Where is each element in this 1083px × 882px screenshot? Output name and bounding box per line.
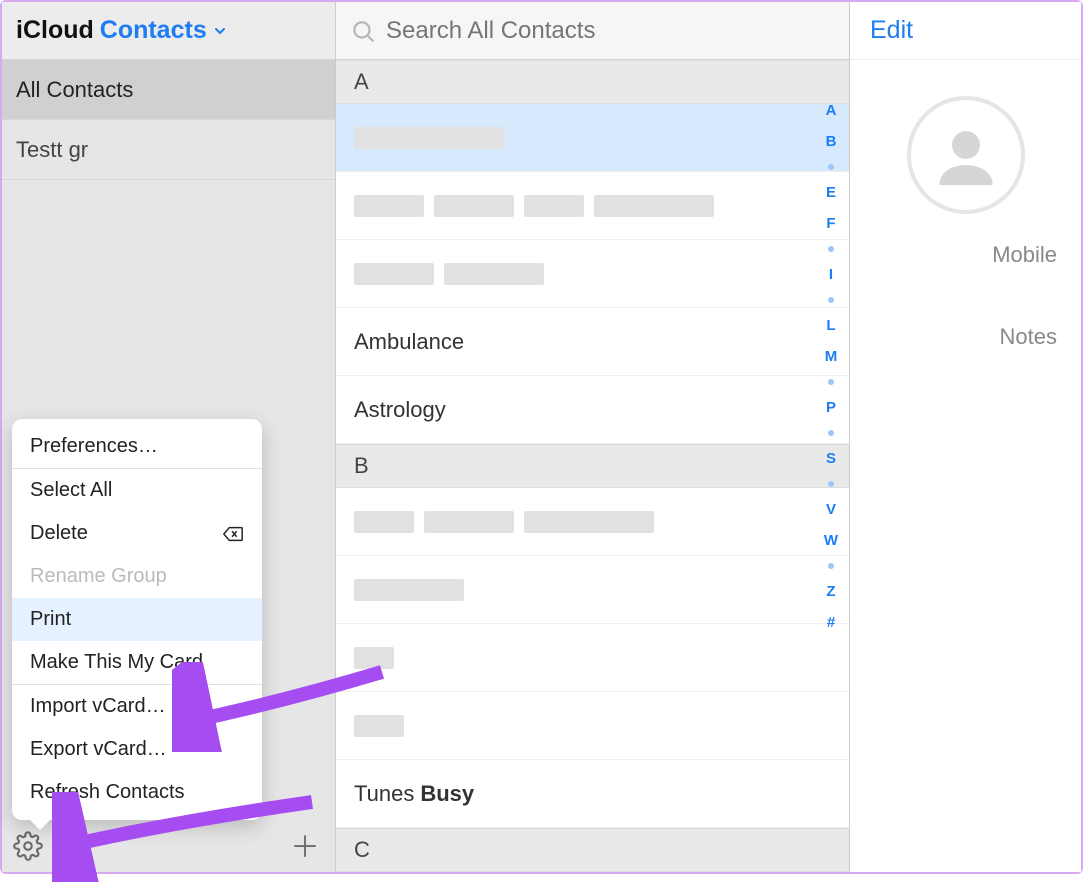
index-dot [828, 563, 834, 569]
index-letter-f[interactable]: F [826, 215, 835, 232]
contact-prefix: Tunes [354, 781, 414, 807]
menu-refresh-contacts[interactable]: Refresh Contacts [12, 771, 262, 814]
menu-import-vcard[interactable]: Import vCard… [12, 685, 262, 728]
sidebar: iCloud Contacts All Contacts Testt gr Pr… [2, 2, 336, 872]
menu-export-vcard[interactable]: Export vCard… [12, 728, 262, 771]
app-switcher[interactable]: Contacts [100, 16, 228, 45]
index-dot [828, 430, 834, 436]
redacted-name [354, 647, 394, 669]
menu-delete-label: Delete [30, 522, 88, 545]
index-dot [828, 246, 834, 252]
contact-row-tunes-busy[interactable]: Tunes Busy [336, 760, 849, 828]
alphabet-index[interactable]: AB EF I LM P S VW Z # [819, 102, 843, 631]
avatar [907, 96, 1025, 214]
detail-header: Edit [850, 2, 1081, 60]
search-icon [350, 18, 376, 44]
index-letter-v[interactable]: V [826, 501, 836, 518]
contact-list-pane: A Ambulance Astrology B [336, 2, 850, 872]
contact-row[interactable] [336, 240, 849, 308]
sidebar-toolbar [2, 820, 335, 872]
index-letter-e[interactable]: E [826, 184, 836, 201]
menu-make-my-card[interactable]: Make This My Card [12, 641, 262, 684]
search-input[interactable] [386, 17, 835, 45]
index-letter-l[interactable]: L [826, 317, 835, 334]
field-mobile-label: Mobile [850, 214, 1081, 296]
contact-row[interactable] [336, 556, 849, 624]
index-dot [828, 379, 834, 385]
menu-select-all[interactable]: Select All [12, 469, 262, 512]
index-letter-i[interactable]: I [829, 266, 833, 283]
index-letter-p[interactable]: P [826, 399, 836, 416]
index-letter-w[interactable]: W [824, 532, 838, 549]
chevron-down-icon [212, 23, 228, 39]
contact-row-astrology[interactable]: Astrology [336, 376, 849, 444]
brand-label: iCloud [16, 16, 94, 45]
group-item-all-contacts[interactable]: All Contacts [2, 60, 335, 120]
redacted-name [354, 127, 504, 149]
section-header-c: C [336, 828, 849, 872]
sidebar-header: iCloud Contacts [2, 2, 335, 60]
index-letter-a[interactable]: A [826, 102, 837, 119]
contact-suffix: Busy [420, 781, 474, 807]
contact-row[interactable] [336, 692, 849, 760]
index-dot [828, 481, 834, 487]
redacted-name [354, 579, 464, 601]
section-header-b: B [336, 444, 849, 488]
app-name: Contacts [100, 16, 207, 45]
field-notes-label: Notes [850, 296, 1081, 378]
index-dot [828, 297, 834, 303]
person-icon [926, 115, 1006, 195]
index-dot [828, 164, 834, 170]
gear-icon [13, 831, 43, 861]
plus-icon [290, 831, 320, 861]
redacted-name [354, 715, 404, 737]
contact-row[interactable] [336, 488, 849, 556]
contact-row[interactable] [336, 172, 849, 240]
contact-row-ambulance[interactable]: Ambulance [336, 308, 849, 376]
settings-context-menu: Preferences… Select All Delete Rename Gr… [12, 419, 262, 820]
menu-delete[interactable]: Delete [12, 512, 262, 555]
index-letter-z[interactable]: Z [826, 583, 835, 600]
contact-row[interactable] [336, 624, 849, 692]
index-letter-m[interactable]: M [825, 348, 838, 365]
contacts-scroll[interactable]: A Ambulance Astrology B [336, 60, 849, 872]
add-button[interactable] [283, 824, 327, 868]
contact-detail-pane: Edit Mobile Notes [850, 2, 1081, 872]
redacted-name [354, 263, 544, 285]
menu-preferences[interactable]: Preferences… [12, 425, 262, 468]
section-header-a: A [336, 60, 849, 104]
index-letter-#[interactable]: # [827, 614, 835, 631]
redacted-name [354, 195, 714, 217]
menu-rename-group: Rename Group [12, 555, 262, 598]
menu-print[interactable]: Print [12, 598, 262, 641]
redacted-name [354, 511, 654, 533]
index-letter-s[interactable]: S [826, 450, 836, 467]
search-bar [336, 2, 849, 60]
delete-icon [222, 525, 244, 543]
group-item-testt-gr[interactable]: Testt gr [2, 120, 335, 180]
settings-button[interactable] [6, 824, 50, 868]
index-letter-b[interactable]: B [826, 133, 837, 150]
edit-button[interactable]: Edit [870, 16, 913, 45]
contact-row[interactable] [336, 104, 849, 172]
